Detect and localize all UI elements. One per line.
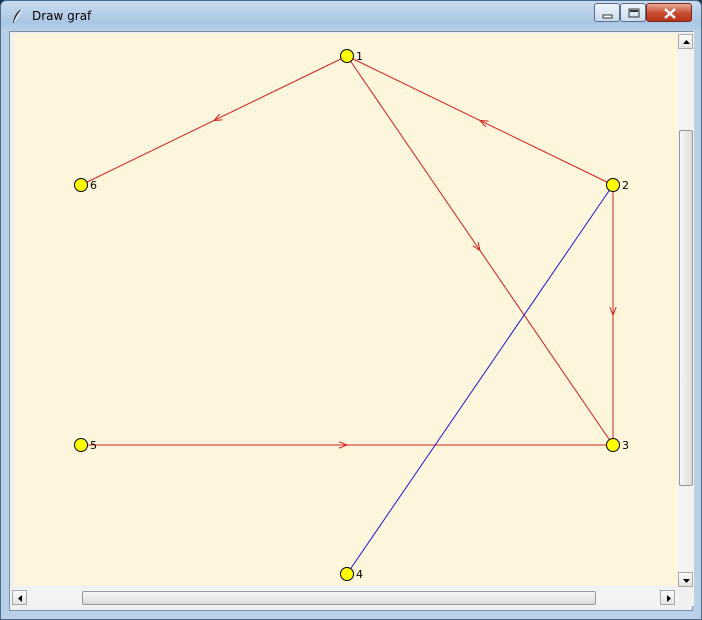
node-3[interactable]: [606, 438, 620, 452]
arrow-left-icon: [18, 595, 22, 602]
minimize-icon: [602, 14, 613, 19]
arrow-right-icon: [667, 595, 671, 602]
edge-arrow-1-3: [472, 241, 481, 252]
scroll-up-button[interactable]: [678, 34, 693, 49]
graph-drawing: 1 2 3 4 5 6: [74, 49, 629, 581]
maximize-button[interactable]: [620, 3, 646, 22]
node-label-6: 6: [90, 179, 97, 192]
minimize-button[interactable]: [594, 3, 620, 22]
node-label-5: 5: [90, 439, 97, 452]
scrollbar-corner: [678, 588, 694, 606]
scroll-right-button[interactable]: [660, 590, 675, 605]
node-5[interactable]: [74, 438, 88, 452]
node-label-2: 2: [622, 179, 629, 192]
node-1[interactable]: [340, 49, 354, 63]
node-label-4: 4: [356, 568, 363, 581]
draw-graf-window: Draw graf 1 2 3 4 5 6: [0, 0, 702, 620]
horizontal-scrollbar[interactable]: [10, 588, 678, 606]
node-2[interactable]: [606, 178, 620, 192]
client-area: 1 2 3 4 5 6: [9, 31, 694, 611]
feather-icon: [13, 8, 23, 23]
node-4[interactable]: [340, 567, 354, 581]
vertical-scroll-thumb[interactable]: [679, 130, 693, 486]
node-label-3: 3: [622, 439, 629, 452]
horizontal-scroll-thumb[interactable]: [82, 591, 596, 605]
scroll-left-button[interactable]: [12, 590, 27, 605]
node-6[interactable]: [74, 178, 88, 192]
scroll-down-button[interactable]: [678, 572, 693, 587]
vertical-scrollbar[interactable]: [678, 32, 694, 588]
graph-canvas[interactable]: 1 2 3 4 5 6: [14, 34, 678, 586]
close-button[interactable]: [646, 3, 692, 22]
title-bar[interactable]: Draw graf: [1, 1, 701, 29]
maximize-icon: [628, 8, 640, 18]
edge-2-4: [346, 184, 614, 575]
window-title: Draw graf: [32, 9, 92, 23]
close-icon: [664, 8, 676, 19]
arrow-down-icon: [683, 579, 690, 583]
node-label-1: 1: [356, 50, 363, 63]
arrow-up-icon: [683, 40, 690, 44]
